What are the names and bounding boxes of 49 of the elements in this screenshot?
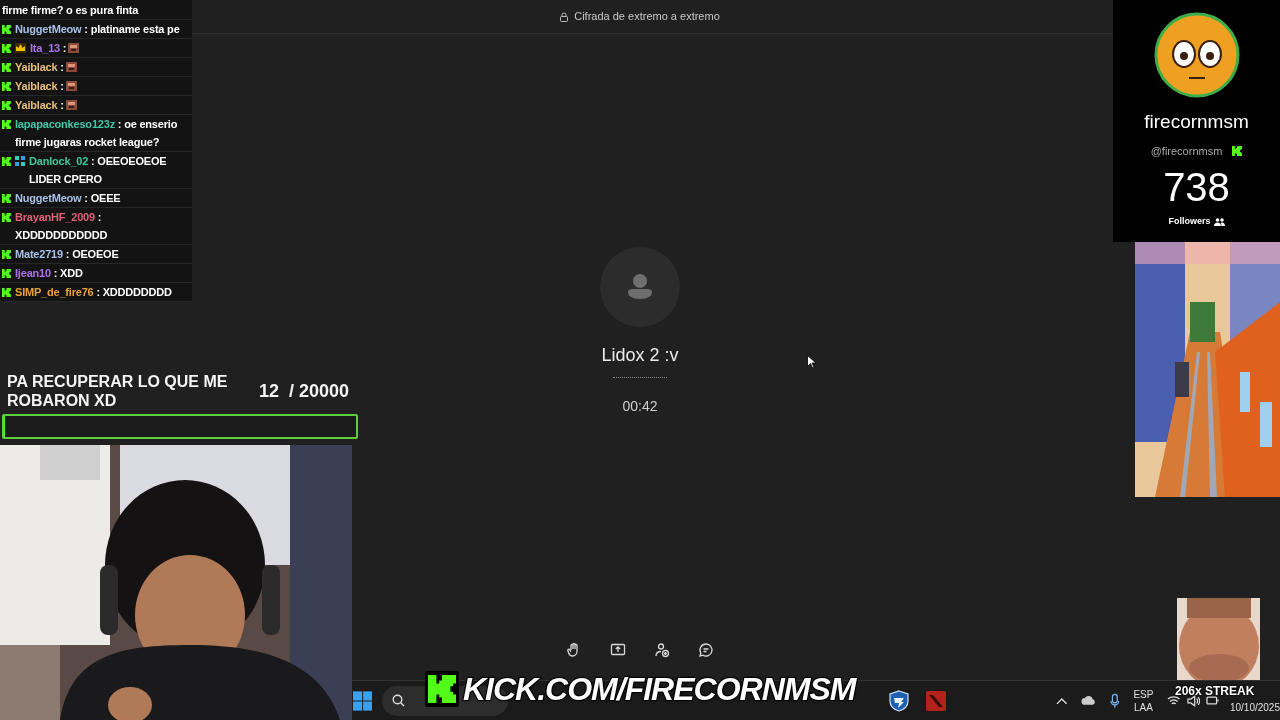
- chat-message: SIMP_de_fire76 : XDDDDDDDD: [15, 285, 172, 300]
- volume-icon[interactable]: [1186, 694, 1201, 707]
- follower-count: 738: [1163, 164, 1230, 211]
- followers-label: Followers: [1168, 215, 1211, 228]
- microphone-icon[interactable]: [1109, 692, 1120, 709]
- kick-logo-icon: [1232, 145, 1243, 156]
- channel-name: firecornmsm: [1144, 110, 1249, 134]
- chat-message: Yaiblack :: [15, 60, 64, 75]
- chat-message: BrayanHF_2009 : XDDDDDDDDDDD: [15, 210, 109, 243]
- goal-target: / 20000: [289, 379, 350, 403]
- chat-message: NuggetMeow : OEEE: [15, 191, 121, 206]
- chat-message: lapapaconkeso123z : oe enserio firme jugaras rocket league?: [15, 117, 179, 150]
- add-person-icon[interactable]: [654, 642, 670, 658]
- channel-handle: @firecornmsm: [1150, 143, 1223, 159]
- mouse-cursor-icon: [807, 355, 816, 369]
- goal-title: PA RECUPERAR LO QUE ME ROBARON XD: [7, 372, 229, 410]
- chat-message: Yaiblack :: [15, 79, 64, 94]
- streak-label: 206x STREAK: [1175, 683, 1255, 700]
- wifi-icon[interactable]: [1167, 695, 1181, 706]
- channel-url-text: KICK.COM/FIRECORNMSM: [463, 670, 856, 708]
- search-icon: [392, 694, 406, 707]
- contact-name: Lidox 2 :v: [601, 344, 679, 367]
- emoji-avatar-icon: [1153, 12, 1240, 98]
- chat-message: Mate2719 : OEOEOE: [15, 247, 119, 262]
- share-screen-icon[interactable]: [610, 642, 626, 658]
- chat-message: firme firme? o es pura finta: [2, 3, 139, 18]
- chat-icon[interactable]: [698, 642, 714, 658]
- chat-message: Danlock_02 : OEEOEOEOE LIDER CPERO: [29, 154, 168, 187]
- keyboard-layout-label[interactable]: LAA: [1134, 700, 1153, 714]
- goal-current: 12: [259, 379, 280, 403]
- language-label[interactable]: ESP: [1133, 687, 1154, 701]
- kick-logo-icon: [428, 675, 456, 703]
- chat-message: Ita_13 :: [30, 41, 67, 56]
- person-icon: [625, 272, 655, 302]
- cloud-icon[interactable]: [1081, 695, 1097, 706]
- lock-icon: [560, 11, 569, 22]
- dotted-line: [613, 377, 667, 378]
- battery-icon[interactable]: [1206, 695, 1220, 706]
- chat-message: Ijean10 : XDD: [15, 266, 83, 281]
- chat-message: Yaiblack :: [15, 98, 64, 113]
- shield-app-icon[interactable]: [887, 689, 910, 712]
- windows-logo-icon[interactable]: [353, 690, 373, 711]
- chevron-up-icon[interactable]: [1055, 696, 1068, 705]
- date-label[interactable]: 10/10/2025: [1229, 700, 1280, 715]
- game-app-icon[interactable]: [925, 690, 946, 711]
- encryption-notice: Cifrada de extremo a extremo: [574, 9, 720, 25]
- chat-message: NuggetMeow : platiname esta pe: [15, 22, 180, 37]
- users-icon: [1213, 217, 1225, 226]
- call-timer: 00:42: [622, 397, 658, 416]
